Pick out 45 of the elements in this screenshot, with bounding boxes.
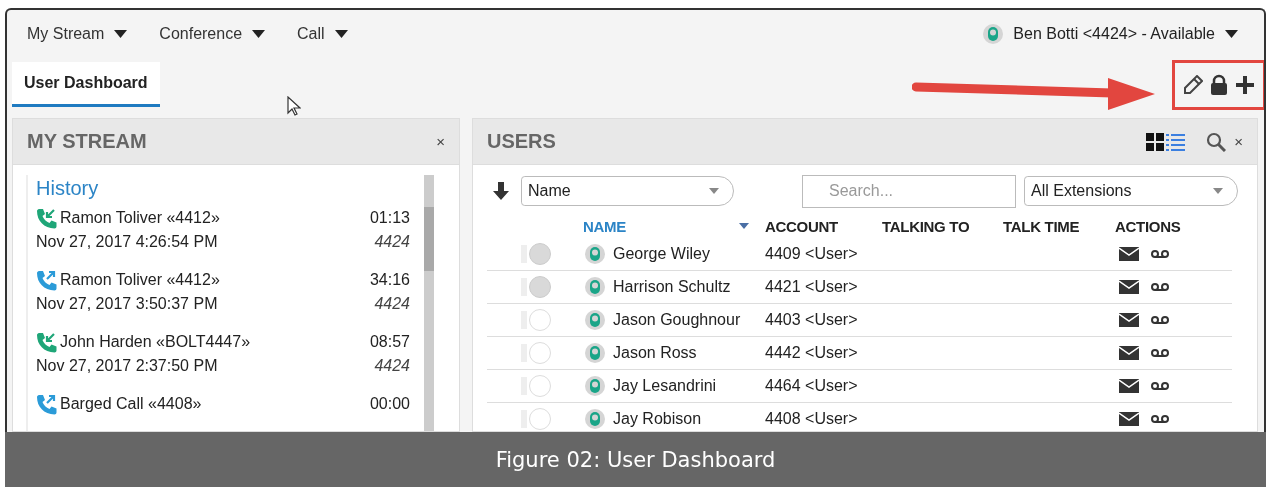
account: 4421 <User> xyxy=(765,278,858,296)
column-header[interactable]: ACCOUNT xyxy=(765,217,838,235)
extension: 4424 xyxy=(374,233,410,251)
account: 4409 <User> xyxy=(765,245,858,263)
user-name: Jay Robison xyxy=(613,410,702,428)
column-header[interactable]: NAME xyxy=(583,217,626,235)
account: 4464 <User> xyxy=(765,377,858,395)
tab[interactable]: User Dashboard xyxy=(12,62,160,107)
figure-caption: Figure 02: User Dashboard xyxy=(5,432,1266,487)
user-name: Harrison Schultz xyxy=(613,278,731,296)
column-header[interactable]: TALKING TO xyxy=(882,217,970,235)
call-date: Nov 27, 2017 2:37:50 PM xyxy=(36,357,218,375)
caller-name: John Harden «BOLT4447» xyxy=(60,333,251,351)
menu-item[interactable]: My Stream xyxy=(27,25,128,43)
call-duration: 34:16 xyxy=(369,271,410,289)
column-header[interactable]: TALK TIME xyxy=(1003,217,1080,235)
panel-title: MY STREAM xyxy=(27,130,147,153)
call-duration: 01:13 xyxy=(369,209,410,227)
call-duration: 08:57 xyxy=(369,333,410,351)
sort-dropdown[interactable]: Name xyxy=(521,176,734,206)
extension-dropdown[interactable]: All Extensions xyxy=(1024,176,1238,206)
menu-item[interactable]: Conference xyxy=(159,25,266,43)
caller-name: Ramon Toliver «4412» xyxy=(60,271,220,289)
call-date: Nov 27, 2017 3:50:37 PM xyxy=(36,295,218,313)
panel-title: USERS xyxy=(487,130,556,153)
account: 4442 <User> xyxy=(765,344,858,362)
caller-name: Ramon Toliver «4412» xyxy=(60,209,220,227)
search-field[interactable]: Search... xyxy=(802,174,1016,208)
call-date: Nov 27, 2017 4:26:54 PM xyxy=(36,233,218,251)
user-name: George Wiley xyxy=(613,245,710,263)
user-name: Jason Goughnour xyxy=(613,311,741,329)
caller-name: Barged Call «4408» xyxy=(60,395,202,413)
call-duration: 00:00 xyxy=(369,395,410,413)
close-button[interactable]: × xyxy=(436,133,445,150)
account: 4408 <User> xyxy=(765,410,858,428)
account: 4403 <User> xyxy=(765,311,858,329)
extension: 4424 xyxy=(374,295,410,313)
close-button[interactable]: × xyxy=(1234,133,1243,150)
column-header[interactable]: ACTIONS xyxy=(1115,217,1181,235)
menu-item[interactable]: Call xyxy=(297,25,348,43)
user-name: Jay Lesandrini xyxy=(613,377,717,395)
extension: 4424 xyxy=(374,357,410,375)
user-status-menu[interactable]: Ben Botti <4424> - Available xyxy=(977,23,1244,45)
user-name: Jason Ross xyxy=(613,344,697,362)
section-title: History xyxy=(36,177,100,200)
